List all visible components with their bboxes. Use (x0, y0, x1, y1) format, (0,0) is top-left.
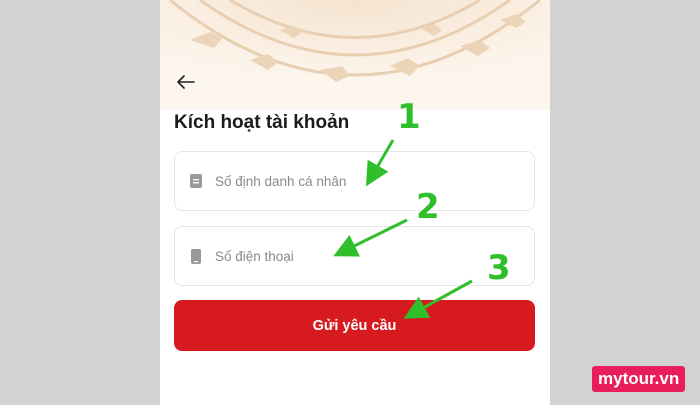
id-number-input[interactable] (215, 173, 515, 189)
arrow-left-icon (177, 75, 195, 89)
phone-icon (187, 247, 205, 265)
step-1-label: 1 (397, 97, 421, 137)
bronze-drum-pattern (160, 0, 550, 110)
submit-request-button[interactable]: Gửi yêu cầu (174, 300, 535, 351)
phone-field[interactable] (174, 226, 535, 286)
id-number-field[interactable] (174, 151, 535, 211)
page-title: Kích hoạt tài khoản (174, 112, 350, 133)
id-card-icon (187, 172, 205, 190)
step-2-label: 2 (416, 187, 440, 227)
step-3-label: 3 (487, 248, 511, 288)
phone-input[interactable] (215, 248, 515, 264)
back-button[interactable] (174, 70, 198, 94)
watermark-logo: mytour.vn (592, 366, 686, 392)
phone-screen: Kích hoạt tài khoản Gửi yêu cầu (160, 0, 550, 405)
